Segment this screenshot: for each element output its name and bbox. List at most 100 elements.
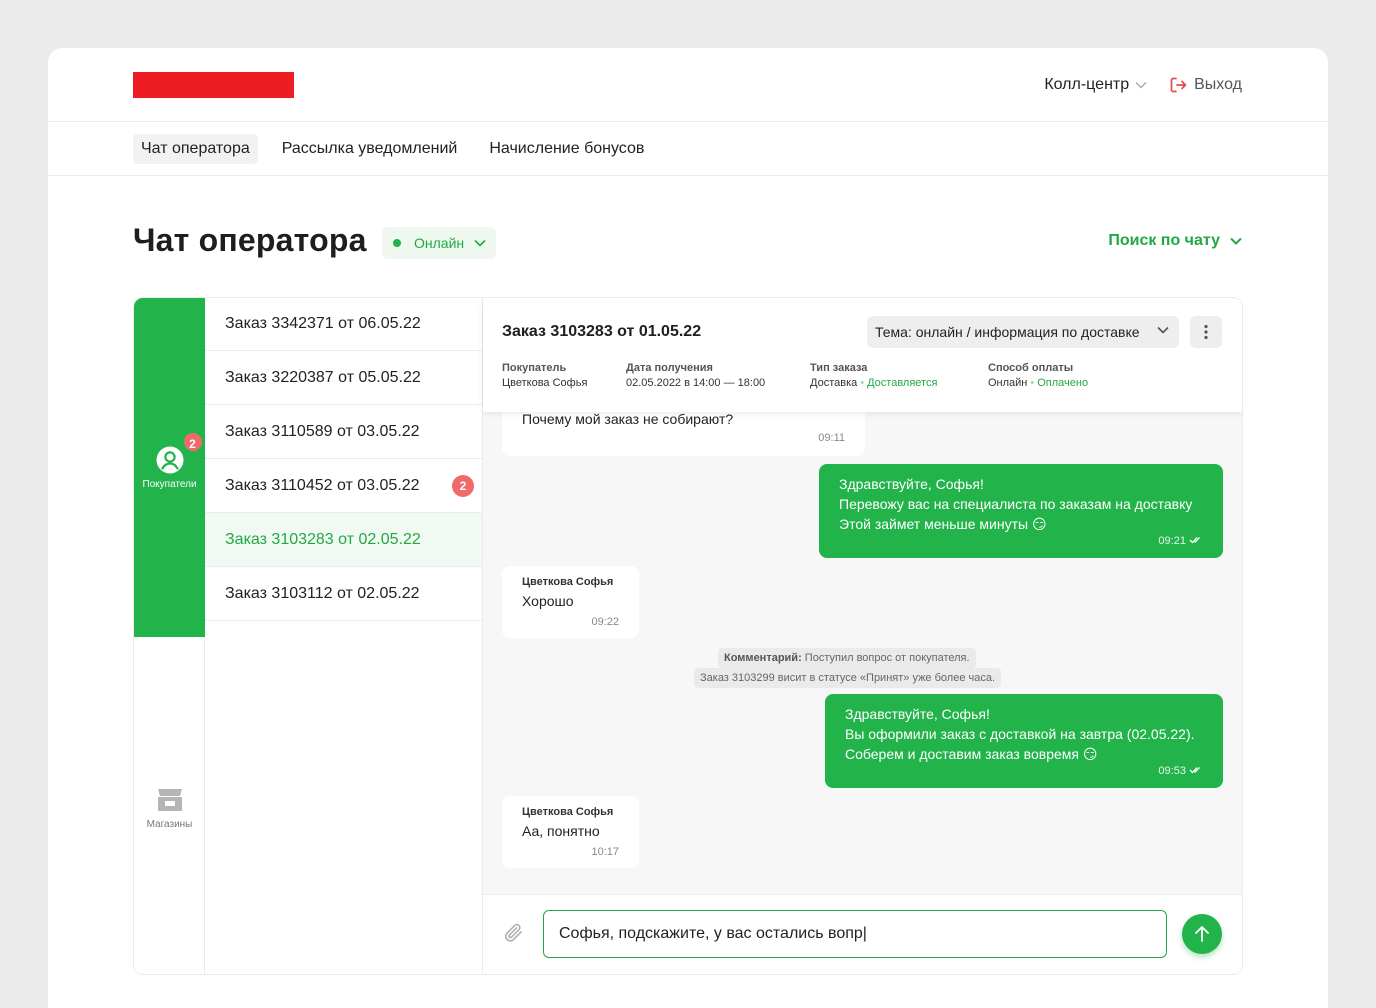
orders-list: Заказ 3342371 от 06.05.22 Заказ 3220387 … <box>205 298 483 974</box>
incoming-message: Цветкова Софья Хорошо 09:22 <box>502 566 639 638</box>
comment-text: Поступил вопрос от покупателя. <box>801 652 970 664</box>
message-text: Хорошо <box>522 593 574 609</box>
send-button[interactable] <box>1182 914 1222 954</box>
rail-shops-label: Магазины <box>146 819 193 830</box>
chevron-down-icon <box>1157 326 1169 334</box>
brand-logo[interactable] <box>133 72 294 98</box>
message-author: Цветкова Софья <box>522 806 614 818</box>
message-text: Аа, понятно <box>522 823 600 839</box>
order-label: Заказ 3342371 от 06.05.22 <box>225 315 421 332</box>
nav-item-bonuses[interactable]: Начисление бонусов <box>481 134 652 164</box>
message-line: Здравствуйте, Софья! <box>839 476 984 492</box>
message-time-row: 09:21 <box>839 534 1203 548</box>
chevron-down-icon <box>1135 81 1147 89</box>
logout-button[interactable]: Выход <box>1169 76 1242 94</box>
message-time: 10:17 <box>591 846 619 858</box>
message-line: Этой займет меньше минуты 😏 <box>839 516 1047 532</box>
chevron-down-icon <box>474 239 486 247</box>
message-time: 09:53 <box>1158 765 1186 777</box>
order-item-active[interactable]: Заказ 3103283 от 02.05.22 <box>205 513 482 567</box>
arrow-up-icon <box>1195 926 1209 942</box>
message-author: Цветкова Софья <box>522 576 614 588</box>
order-label: Заказ 3220387 от 05.05.22 <box>225 368 421 386</box>
order-item[interactable]: Заказ 3110452 от 03.05.22 2 <box>205 459 482 513</box>
operator-comment: Комментарий: Поступил вопрос от покупате… <box>718 648 976 668</box>
status-dot-icon <box>393 239 401 247</box>
chat-header: Заказ 3103283 от 01.05.22 Тема: онлайн /… <box>483 298 1242 412</box>
meta-buyer: Покупатель Цветкова Софья <box>502 362 587 389</box>
chat-area: Почему мой заказ не собирают? 09:11 Здра… <box>483 298 1242 974</box>
meta-value-row: Онлайн • Оплачено <box>988 377 1088 389</box>
logout-label: Выход <box>1194 76 1242 93</box>
operator-comment: Заказ 3103299 висит в статусе «Принят» у… <box>694 668 1002 688</box>
nav-item-notifications[interactable]: Рассылка уведомлений <box>274 134 466 164</box>
message-time: 09:22 <box>591 616 619 628</box>
meta-value: Онлайн <box>988 377 1028 389</box>
order-label: Заказ 3110452 от 03.05.22 <box>225 476 420 494</box>
order-label: Заказ 3110589 от 03.05.22 <box>225 422 420 440</box>
separator-dot: • <box>1030 377 1035 389</box>
header-actions: Колл-центр Выход <box>1044 74 1242 96</box>
comment-label: Комментарий: <box>724 652 802 664</box>
meta-key: Способ оплаты <box>988 362 1074 374</box>
meta-date: Дата получения 02.05.2022 в 14:00 — 18:0… <box>626 362 765 389</box>
order-item[interactable]: Заказ 3342371 от 06.05.22 <box>205 298 482 351</box>
comment-text: Заказ 3103299 висит в статусе «Принят» у… <box>700 672 996 684</box>
nav-divider <box>48 175 1328 176</box>
topic-dropdown[interactable]: Тема: онлайн / информация по доставке <box>867 316 1179 348</box>
order-item[interactable]: Заказ 3220387 от 05.05.22 <box>205 351 482 405</box>
message-text: Почему мой заказ не собирают? <box>522 411 734 427</box>
unread-badge: 2 <box>452 474 474 497</box>
message-line: Перевожу вас на специалиста по заказам н… <box>839 496 1193 512</box>
nav-item-operator-chat[interactable]: Чат оператора <box>133 134 258 164</box>
message-input[interactable] <box>543 910 1167 958</box>
meta-value: Цветкова Софья <box>502 377 588 389</box>
chat-search-toggle[interactable]: Поиск по чату <box>1108 232 1242 250</box>
rail-item-shops[interactable]: Магазины <box>134 785 205 830</box>
message-line: Здравствуйте, Софья! <box>845 706 990 722</box>
more-options-button[interactable] <box>1190 316 1222 348</box>
online-status-dropdown[interactable]: Онлайн <box>382 227 496 259</box>
double-check-icon <box>1189 767 1200 774</box>
meta-key: Тип заказа <box>810 362 868 374</box>
more-vertical-icon <box>1204 324 1208 340</box>
meta-status: Доставляется <box>867 377 938 389</box>
message-line: Вы оформили заказ с доставкой на завтра … <box>845 726 1195 742</box>
meta-value: 02.05.2022 в 14:00 — 18:00 <box>626 377 766 389</box>
message-line: Соберем и доставим заказ вовремя 😏 <box>845 746 1098 762</box>
buyers-badge: 2 <box>181 431 204 453</box>
top-nav: Чат оператора Рассылка уведомлений Начис… <box>133 134 668 164</box>
order-label: Заказ 3103112 от 02.05.22 <box>225 584 420 602</box>
meta-order-type: Тип заказа Доставка • Доставляется <box>810 362 937 389</box>
chevron-down-icon <box>1230 237 1242 245</box>
status-label: Онлайн <box>414 235 465 251</box>
order-item[interactable]: Заказ 3103112 от 02.05.22 <box>205 567 482 621</box>
store-icon <box>157 789 182 811</box>
chat-search-label: Поиск по чату <box>1108 232 1220 249</box>
rail-buyers-label: Покупатели <box>142 479 197 490</box>
category-rail: 2 Покупатели Магазины <box>134 298 205 974</box>
chat-panel: 2 Покупатели Магазины Заказ 3342371 от 0… <box>133 297 1243 975</box>
meta-value-row: Доставка • Доставляется <box>810 377 937 389</box>
main-card: Колл-центр Выход Чат оператора Рассылка … <box>48 48 1328 1008</box>
user-icon <box>156 446 183 474</box>
topic-label: Тема: онлайн / информация по доставке <box>875 324 1140 340</box>
order-item[interactable]: Заказ 3110589 от 03.05.22 <box>205 405 482 459</box>
meta-key: Покупатель <box>502 362 567 374</box>
message-time: 09:11 <box>818 432 845 444</box>
outgoing-message: Здравствуйте, Софья! Перевожу вас на спе… <box>819 464 1223 558</box>
role-dropdown[interactable]: Колл-центр <box>1044 76 1147 94</box>
chat-title: Заказ 3103283 от 01.05.22 <box>502 323 702 340</box>
meta-value: Доставка <box>810 377 858 389</box>
meta-key: Дата получения <box>626 362 713 374</box>
meta-payment: Способ оплаты Онлайн • Оплачено <box>988 362 1088 389</box>
message-time-row: 09:53 <box>845 764 1203 778</box>
paperclip-icon[interactable] <box>503 922 525 944</box>
meta-status: Оплачено <box>1037 377 1089 389</box>
outgoing-message: Здравствуйте, Софья! Вы оформили заказ с… <box>825 694 1223 788</box>
role-label: Колл-центр <box>1044 76 1130 93</box>
double-check-icon <box>1189 537 1200 544</box>
message-time: 09:21 <box>1158 535 1186 547</box>
order-label: Заказ 3103283 от 02.05.22 <box>225 530 421 548</box>
rail-item-buyers[interactable]: 2 Покупатели <box>134 431 205 490</box>
